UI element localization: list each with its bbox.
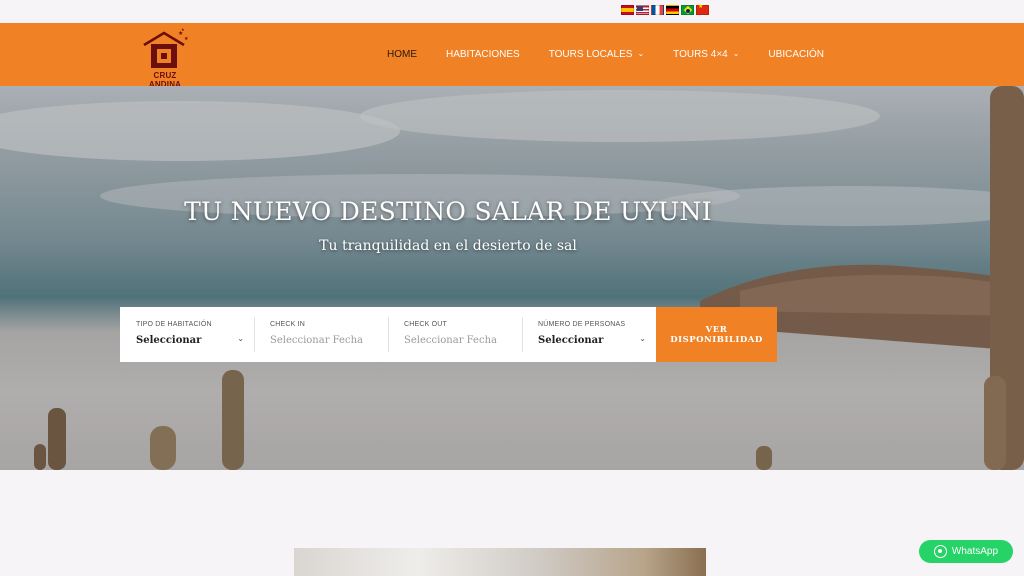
- check-in-field[interactable]: CHECK IN Seleccionar Fecha: [254, 307, 388, 362]
- main-nav: HOME HABITACIONES TOURS LOCALES ⌄ TOURS …: [387, 23, 853, 86]
- booking-form: TIPO DE HABITACIÓN Seleccionar ⌄ CHECK I…: [120, 307, 777, 362]
- svg-text:★: ★: [181, 27, 185, 32]
- room-type-value: Seleccionar: [136, 335, 202, 346]
- room-type-label: TIPO DE HABITACIÓN: [136, 321, 212, 328]
- usa-flag-icon[interactable]: [636, 5, 649, 15]
- hero-title: TU NUEVO DESTINO SALAR DE UYUNI: [184, 197, 712, 226]
- check-out-field[interactable]: CHECK OUT Seleccionar Fecha: [388, 307, 522, 362]
- logo-house-icon: ★ ★ ★: [143, 27, 189, 68]
- language-flags: [621, 3, 709, 17]
- france-flag-icon[interactable]: [651, 5, 664, 15]
- guests-value: Seleccionar: [538, 335, 604, 346]
- whatsapp-button[interactable]: WhatsApp: [919, 540, 1013, 563]
- hotel-logo[interactable]: ★ ★ ★ CRUZ ANDINA: [140, 27, 190, 89]
- nav-tours-4x4[interactable]: TOURS 4×4 ⌄: [673, 49, 739, 60]
- nav-home-label: HOME: [387, 49, 417, 60]
- check-availability-button[interactable]: VER DISPONIBILIDAD: [656, 307, 777, 362]
- chevron-down-icon: ⌄: [637, 49, 645, 58]
- check-out-label: CHECK OUT: [404, 321, 448, 328]
- nav-habitaciones[interactable]: HABITACIONES: [446, 49, 520, 60]
- check-out-placeholder: Seleccionar Fecha: [404, 335, 497, 346]
- guests-label: NÚMERO DE PERSONAS: [538, 321, 626, 328]
- nav-ubicacion-label: UBICACIÓN: [768, 49, 824, 60]
- nav-tours-4x4-label: TOURS 4×4: [673, 49, 728, 60]
- room-type-select[interactable]: TIPO DE HABITACIÓN Seleccionar ⌄: [120, 307, 254, 362]
- chevron-down-icon: ⌄: [237, 334, 244, 343]
- site-header: ★ ★ ★ CRUZ ANDINA HOME HABITACIONES TOUR…: [0, 23, 1024, 89]
- spain-flag-icon[interactable]: [621, 5, 634, 15]
- brazil-flag-icon[interactable]: [681, 5, 694, 15]
- chevron-down-icon: ⌄: [732, 49, 740, 58]
- nav-habitaciones-label: HABITACIONES: [446, 49, 520, 60]
- hero-overlay: [0, 86, 1024, 470]
- guests-select[interactable]: NÚMERO DE PERSONAS Seleccionar ⌄: [522, 307, 656, 362]
- chevron-down-icon: ⌄: [639, 334, 646, 343]
- germany-flag-icon[interactable]: [666, 5, 679, 15]
- nav-home[interactable]: HOME: [387, 49, 417, 60]
- nav-tours-locales-label: TOURS LOCALES: [548, 49, 633, 60]
- hero-subtitle: Tu tranquilidad en el desierto de sal: [319, 238, 577, 254]
- check-in-label: CHECK IN: [270, 321, 306, 328]
- whatsapp-icon: [933, 545, 947, 558]
- hero-banner: TU NUEVO DESTINO SALAR DE UYUNI Tu tranq…: [0, 86, 1024, 470]
- nav-ubicacion[interactable]: UBICACIÓN: [768, 49, 824, 60]
- svg-text:★: ★: [184, 36, 189, 42]
- check-in-placeholder: Seleccionar Fecha: [270, 335, 363, 346]
- whatsapp-label: WhatsApp: [951, 546, 999, 557]
- china-flag-icon[interactable]: [696, 3, 709, 15]
- nav-tours-locales[interactable]: TOURS LOCALES ⌄: [549, 49, 644, 60]
- language-bar: [0, 0, 1024, 23]
- room-preview-image: [294, 548, 706, 576]
